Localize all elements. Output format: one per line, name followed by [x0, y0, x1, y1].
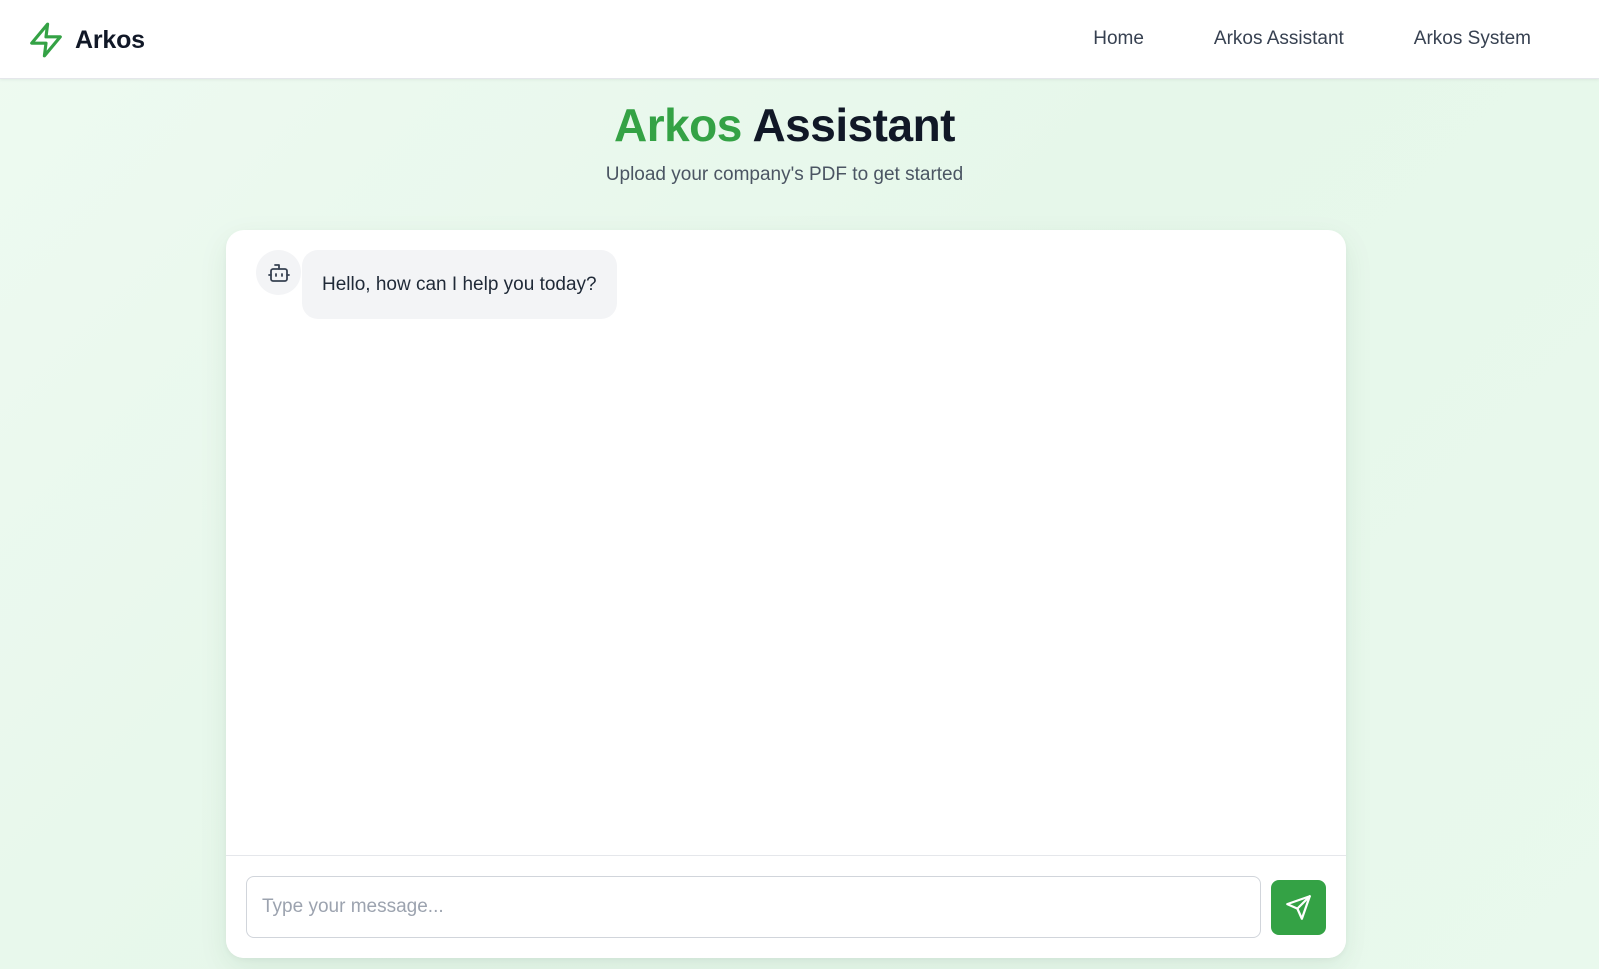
page-title-main: Assistant [752, 99, 956, 151]
message-input[interactable] [246, 876, 1261, 938]
nav-link-home[interactable]: Home [1093, 28, 1144, 50]
main-nav: Home Arkos Assistant Arkos System [1093, 28, 1531, 50]
page-subtitle: Upload your company's PDF to get started [605, 164, 964, 185]
message-composer [226, 855, 1346, 958]
chat-panel: Hello, how can I help you today? [226, 230, 1346, 958]
assistant-message: Hello, how can I help you today? [256, 250, 617, 319]
send-button[interactable] [1271, 880, 1326, 935]
message-bubble: Hello, how can I help you today? [302, 250, 617, 319]
page-title: Arkos Assistant [0, 98, 1569, 153]
nav-link-arkos-system[interactable]: Arkos System [1414, 28, 1531, 50]
bot-icon [267, 263, 290, 282]
bot-avatar [256, 250, 301, 295]
top-navbar: Arkos Home Arkos Assistant Arkos System [0, 0, 1599, 79]
nav-link-arkos-assistant[interactable]: Arkos Assistant [1214, 28, 1344, 50]
lightning-bolt-icon [30, 22, 62, 58]
page-title-accent: Arkos [613, 99, 742, 151]
brand-name: Arkos [75, 25, 145, 54]
send-icon [1286, 895, 1311, 920]
brand-logo-link[interactable]: Arkos [27, 20, 145, 60]
